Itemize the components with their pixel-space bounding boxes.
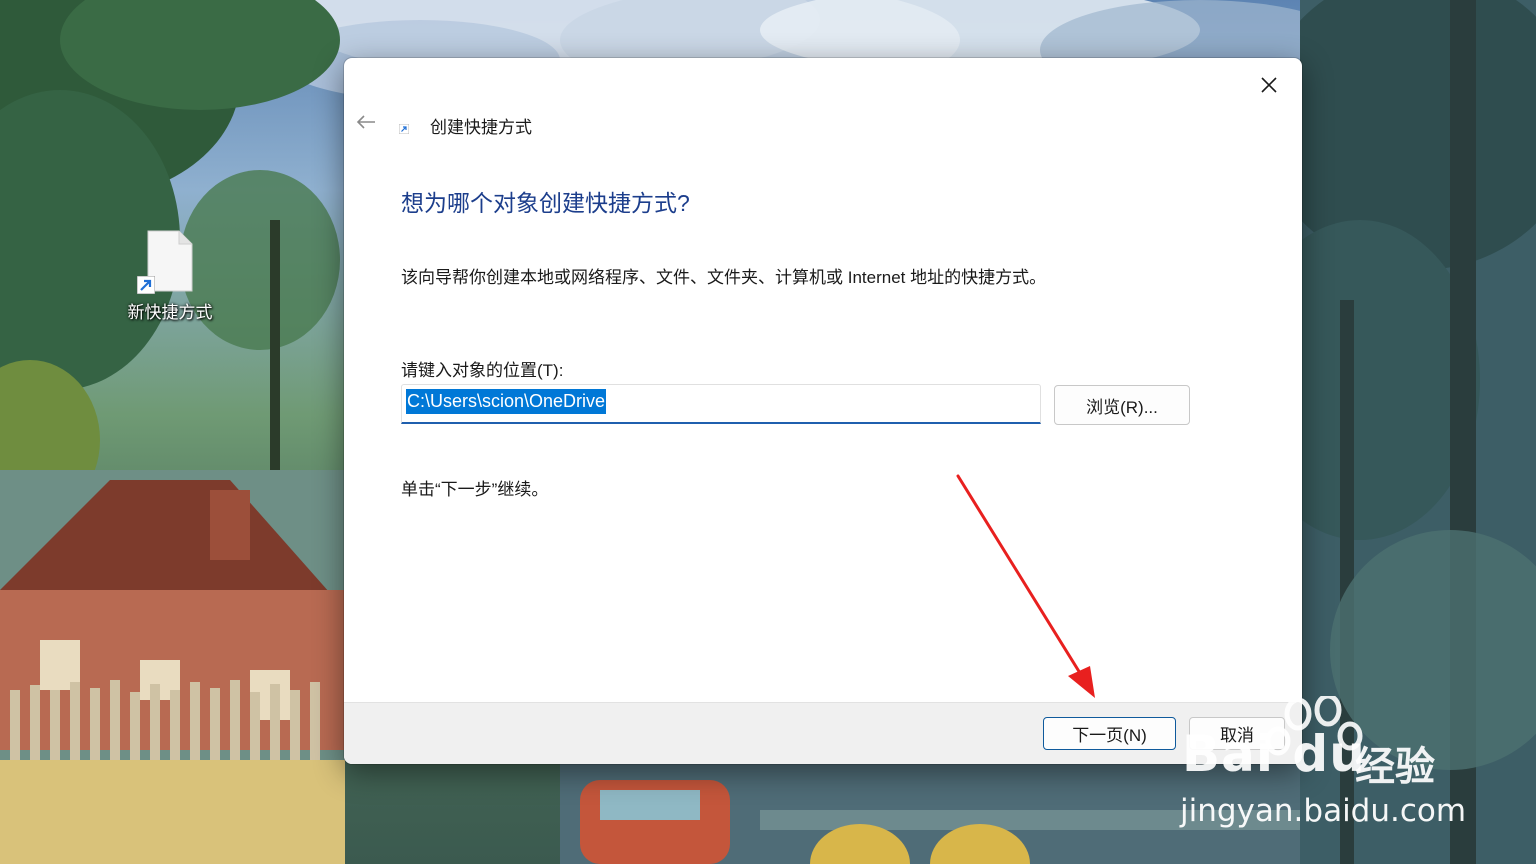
wallpaper-house [0,470,345,864]
location-field-label: 请键入对象的位置(T): [401,361,564,380]
page-heading: 想为哪个对象创建快捷方式? [401,190,690,216]
next-button[interactable]: 下一页(N) [1043,717,1176,750]
back-button[interactable] [354,110,378,134]
close-icon [1261,77,1277,93]
shortcut-arrow-icon [137,276,155,294]
location-input-value: C:\Users\scion\OneDrive [406,389,607,414]
watermark-brand: Bai du [1182,725,1366,783]
desktop-icon-label: 新快捷方式 [127,303,213,323]
back-arrow-icon [356,115,375,129]
shortcut-arrow-icon [399,124,409,134]
close-button[interactable] [1250,66,1288,104]
wizard-title: 创建快捷方式 [430,118,532,137]
desktop-shortcut-icon[interactable]: 新快捷方式 [120,230,220,323]
create-shortcut-dialog: 创建快捷方式 想为哪个对象创建快捷方式? 该向导帮你创建本地或网络程序、文件、文… [344,58,1302,764]
location-input[interactable]: C:\Users\scion\OneDrive [401,384,1041,424]
continue-hint: 单击“下一步”继续。 [401,480,549,499]
watermark-url: jingyan.baidu.com [1180,793,1467,829]
wizard-description: 该向导帮你创建本地或网络程序、文件、文件夹、计算机或 Internet 地址的快… [401,268,1047,287]
watermark-brand-cn: 经验 [1355,744,1435,790]
dialog-footer: 下一页(N) 取消 [344,702,1302,764]
file-icon [137,230,193,294]
browse-button[interactable]: 浏览(R)... [1054,385,1190,425]
